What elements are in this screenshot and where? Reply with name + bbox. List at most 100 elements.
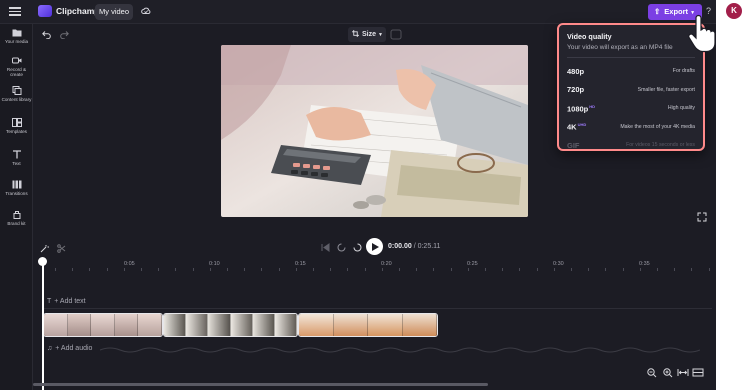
sidebar-item-label: Record & create [6,67,27,78]
timeline-minor-tick [588,268,590,271]
divider [567,57,695,58]
timeline-minor-tick [485,268,486,271]
timeline-minor-tick [261,268,263,271]
quality-option-1080p[interactable]: 1080pHD High quality [567,99,695,118]
timeline-minor-tick [399,268,400,271]
size-button[interactable]: Size ▼ [348,27,386,42]
timeline-minor-tick [347,268,349,271]
total-time: / 0:25.11 [413,243,441,250]
sidebar-item-text[interactable]: Text [0,150,33,166]
uhd-badge: UHD [577,122,587,127]
text-track-divider [44,308,712,309]
video-clip-1[interactable] [43,313,163,337]
video-clip-2[interactable] [163,313,298,337]
timeline-minor-tick [708,268,710,271]
play-button[interactable] [366,238,383,255]
timeline-minor-tick [639,268,641,271]
quality-description: High quality [667,105,695,112]
fit-timeline-icon[interactable] [677,367,689,378]
quality-description: Make the most of your 4K media [620,123,695,130]
sidebar-item-transitions[interactable]: Transitions [0,180,33,196]
top-bar: Clipchamp My video [0,0,716,24]
timeline-tick-label: 0:15 [295,261,306,267]
timeline-minor-tick [433,268,435,271]
add-text-label: + Add text [54,298,86,305]
timeline-minor-tick [502,268,504,271]
timeline-minor-tick [72,268,74,271]
timeline-minor-tick [657,268,658,271]
quality-option-gif: GIF For videos 15 seconds or less [567,136,695,155]
timeline-minor-tick [450,268,452,271]
add-text-track[interactable]: T + Add text [47,298,86,305]
forward-5-icon[interactable] [353,243,362,252]
cloud-sync-icon[interactable] [141,6,151,16]
music-note-icon: ♫ [47,345,53,352]
text-icon [12,150,21,159]
app-name: Clipchamp [56,6,100,16]
video-camera-icon [11,57,21,64]
add-audio-track[interactable]: ♫ + Add audio [47,345,92,352]
export-quality-dropdown: Video quality Your video will export as … [557,23,705,151]
crop-icon [352,30,359,37]
quality-label: 480p [567,66,585,76]
timeline-layout-icon[interactable] [692,367,704,378]
timeline-scrollbar[interactable] [33,383,488,386]
timeline-minor-tick [330,268,332,271]
chevron-down-icon: ▼ [377,32,383,38]
sidebar-item-brand-kit[interactable]: Brand kit [0,210,33,226]
magic-wand-icon[interactable] [40,244,49,253]
timeline-tick-label: 0:30 [553,261,564,267]
timeline-minor-tick [278,268,280,271]
resize-icon[interactable] [390,29,402,40]
zoom-in-icon[interactable] [662,367,674,378]
playhead[interactable] [42,262,44,390]
timeline-minor-tick [89,268,91,271]
timeline-minor-tick [467,268,469,271]
quality-label: GIF [567,140,580,150]
page-margin: K [716,0,750,390]
timeline-tick-label: 0:35 [639,261,650,267]
fullscreen-icon[interactable] [697,212,707,222]
sidebar-item-record-create[interactable]: Record & create [0,56,33,77]
playhead-handle[interactable] [38,257,47,266]
timeline-minor-tick [691,268,693,271]
sidebar-item-content-library[interactable]: Content library [0,86,33,102]
quality-name: 4K [567,122,577,132]
timeline-minor-tick [227,268,228,271]
current-time: 0:00.00 [388,243,412,250]
zoom-out-icon[interactable] [646,367,658,378]
timeline-minor-tick [313,268,314,271]
hd-badge: HD [589,103,596,109]
rewind-5-icon[interactable] [337,243,346,252]
video-clip-3[interactable] [298,313,438,337]
timeline-minor-tick [416,268,418,271]
sidebar-item-your-media[interactable]: Your media [0,28,33,44]
timecode: 0:00.00 / 0:25.11 [388,243,440,250]
project-name-tab[interactable]: My video [95,4,133,20]
sidebar-item-label: Your media [4,39,29,44]
quality-option-720p[interactable]: 720p Smaller file, faster export [567,81,695,100]
dropdown-subtitle: Your video will export as an MP4 file [567,44,673,51]
timeline-tick-label: 0:25 [467,261,478,267]
upload-icon: ⇧ [654,7,661,16]
quality-option-480p[interactable]: 480p For drafts [567,62,695,81]
sidebar-item-templates[interactable]: Templates [0,118,33,134]
brand-kit-icon [13,211,20,219]
timeline-minor-tick [295,268,297,271]
quality-label: 720p [567,85,585,95]
redo-icon[interactable] [60,30,69,39]
timeline-minor-tick [381,268,383,271]
menu-icon[interactable] [9,5,21,17]
skip-back-icon[interactable] [321,243,330,252]
timeline-minor-tick [674,268,676,271]
undo-icon[interactable] [42,30,51,39]
video-preview[interactable] [221,45,528,217]
timeline-minor-tick [158,268,160,271]
split-scissors-icon[interactable] [57,244,66,253]
avatar[interactable]: K [726,3,742,19]
left-sidebar: Your media Record & create Content libra… [0,24,33,390]
quality-description: Smaller file, faster export [637,86,695,93]
quality-option-4k[interactable]: 4KUHD Make the most of your 4K media [567,118,695,137]
timeline-minor-tick [605,268,607,271]
timeline-minor-tick [244,268,246,271]
